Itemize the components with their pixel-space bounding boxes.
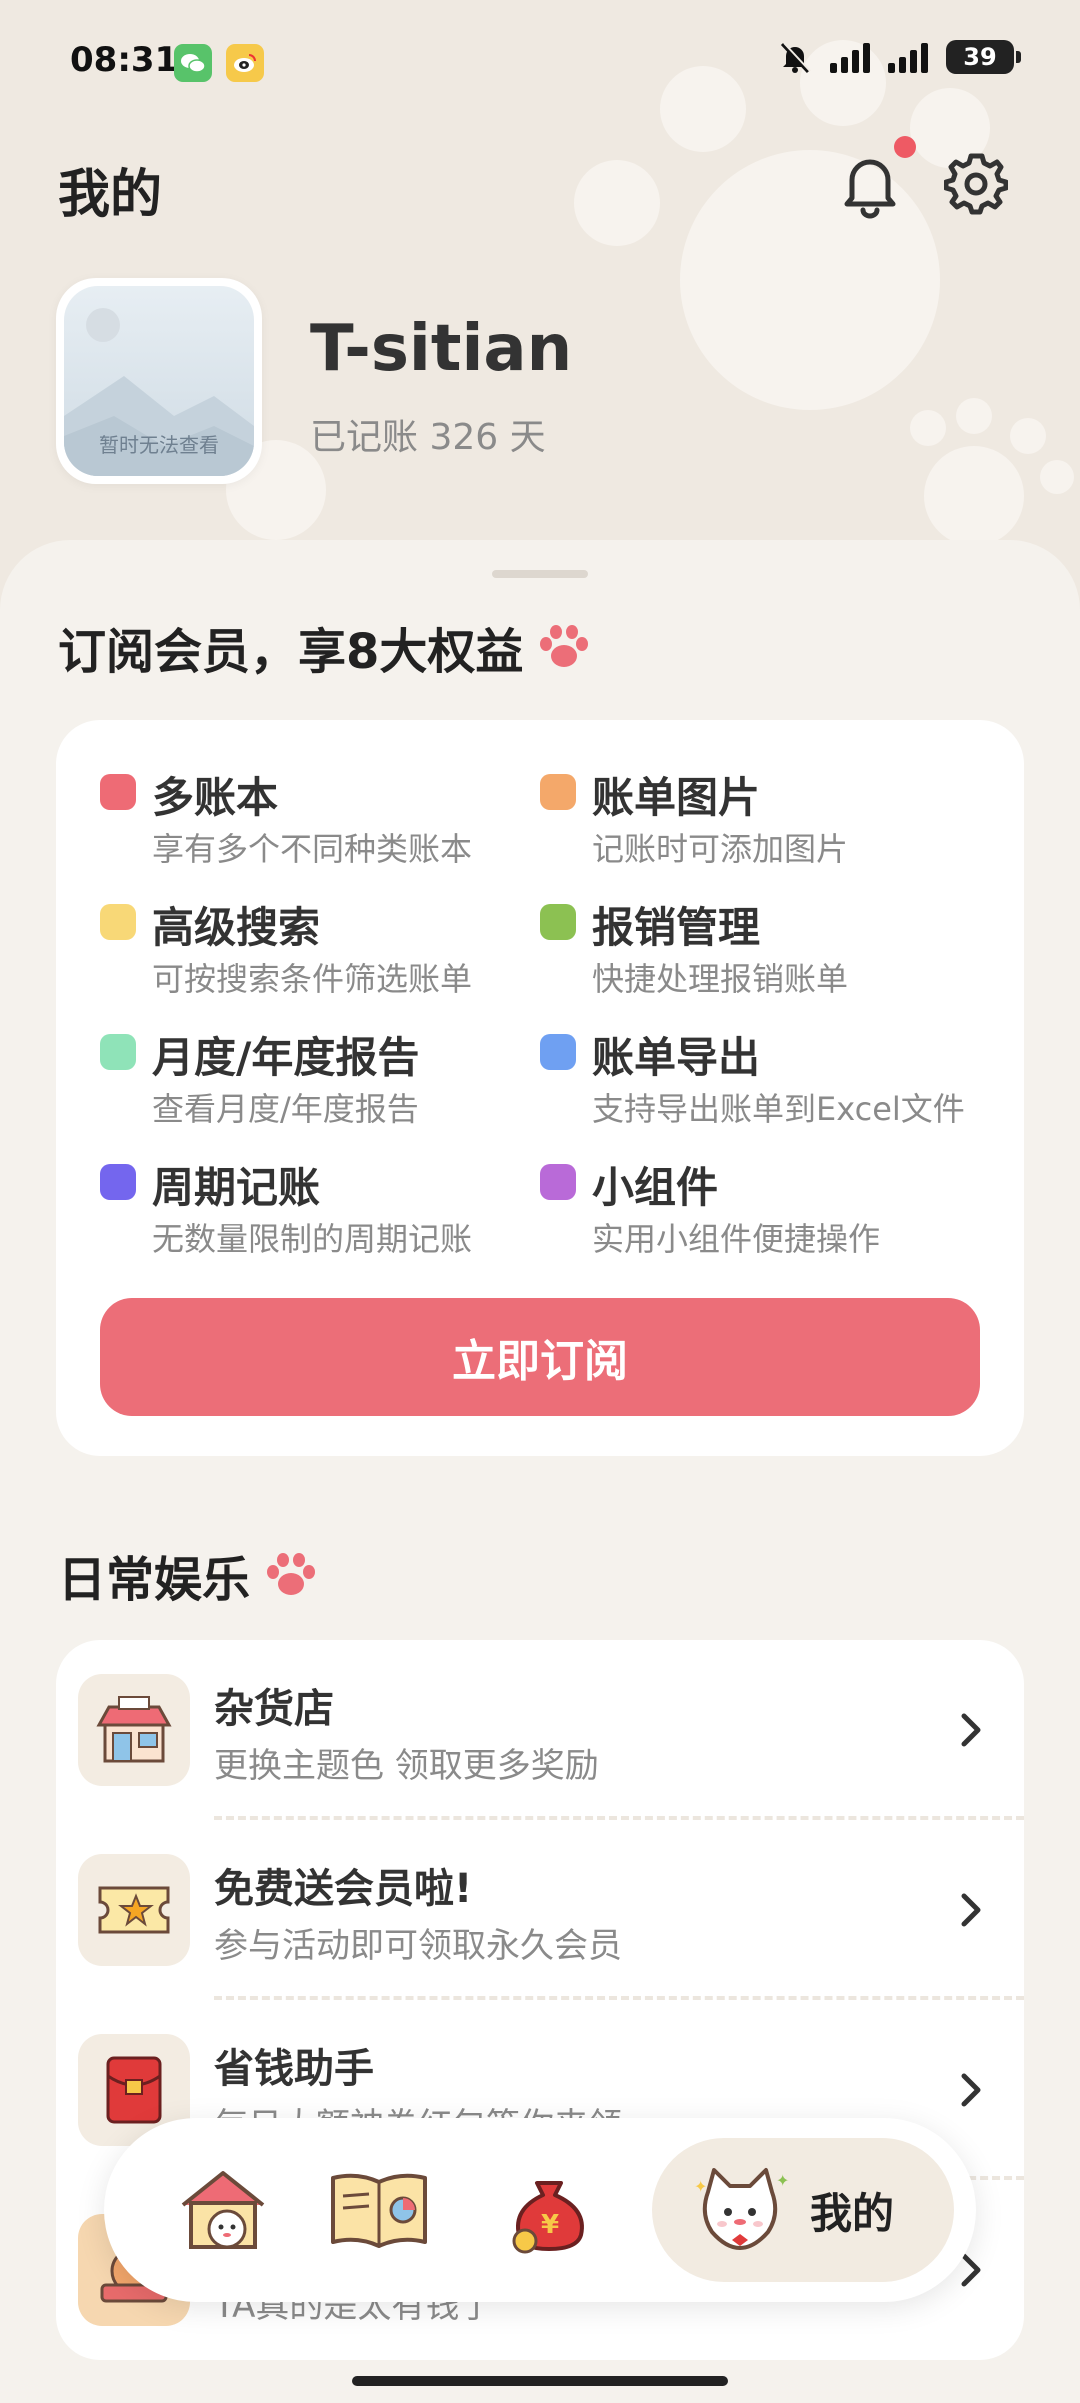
benefit-title: 多账本 xyxy=(152,773,279,822)
home-indicator[interactable] xyxy=(352,2376,728,2386)
entertainment-title: 日常娱乐 xyxy=(58,1552,251,1608)
cat-mascot-icon: ✦ ✦ xyxy=(694,2168,789,2250)
weibo-icon xyxy=(226,44,264,82)
benefit-title: 高级搜索 xyxy=(152,903,321,952)
svg-text:¥: ¥ xyxy=(541,2210,559,2240)
bg-decoration xyxy=(910,410,946,446)
benefit-color-dot xyxy=(540,904,576,940)
benefit-desc: 快捷处理报销账单 xyxy=(592,960,849,998)
list-item-title: 省钱助手 xyxy=(214,2046,374,2092)
list-item-title: 免费送会员啦! xyxy=(214,1866,473,1912)
list-item-shop[interactable]: 杂货店 更换主题色 领取更多奖励 xyxy=(56,1640,1024,1820)
chevron-right-icon xyxy=(961,1713,981,1747)
signal-2-icon xyxy=(888,41,928,73)
mute-bell-icon xyxy=(780,42,811,74)
membership-title: 订阅会员，享8大权益 xyxy=(58,624,524,680)
benefit-desc: 支持导出账单到Excel文件 xyxy=(592,1090,965,1128)
benefit-color-dot xyxy=(100,1164,136,1200)
benefit-desc: 查看月度/年度报告 xyxy=(152,1090,419,1128)
shop-icon xyxy=(78,1674,190,1786)
notification-bell-icon[interactable] xyxy=(840,150,900,220)
nav-wealth[interactable]: ¥ xyxy=(474,2118,624,2302)
signal-1-icon xyxy=(830,41,870,73)
avatar-placeholder-image: 暂时无法查看 xyxy=(64,286,254,476)
notification-dot xyxy=(894,136,916,158)
benefit-color-dot xyxy=(100,774,136,810)
battery-icon: 39 xyxy=(946,40,1021,74)
benefit-color-dot xyxy=(540,1034,576,1070)
bg-decoration xyxy=(956,398,992,434)
status-bar: 08:31 39 xyxy=(0,0,1080,130)
list-item-desc: 更换主题色 领取更多奖励 xyxy=(214,1746,599,1786)
nav-home[interactable] xyxy=(158,2118,288,2302)
benefit-title: 小组件 xyxy=(592,1163,719,1212)
bookkeeping-days: 已记账 326 天 xyxy=(310,417,546,458)
ticket-icon xyxy=(78,1854,190,1966)
benefit-title: 周期记账 xyxy=(152,1163,321,1212)
benefit-desc: 记账时可添加图片 xyxy=(592,830,849,868)
membership-section-title: 订阅会员，享8大权益 xyxy=(58,612,591,682)
bg-decoration xyxy=(1010,418,1046,454)
benefit-desc: 可按搜索条件筛选账单 xyxy=(152,960,473,998)
benefit-desc: 无数量限制的周期记账 xyxy=(152,1220,473,1258)
paw-icon xyxy=(267,1553,316,1595)
benefit-title: 账单图片 xyxy=(592,773,761,822)
paw-icon xyxy=(540,625,589,667)
bg-decoration xyxy=(1040,460,1074,494)
membership-card: 多账本 享有多个不同种类账本 账单图片 记账时可添加图片 高级搜索 可按搜索条件… xyxy=(56,720,1024,1456)
avatar-caption: 暂时无法查看 xyxy=(99,433,219,457)
nav-mine-label: 我的 xyxy=(810,2188,895,2238)
bg-decoration xyxy=(574,160,660,246)
benefit-color-dot xyxy=(100,1034,136,1070)
status-time: 08:31 xyxy=(70,40,179,80)
bg-decoration xyxy=(680,150,940,410)
subscribe-button[interactable]: 立即订阅 xyxy=(100,1298,980,1416)
list-item-title: 杂货店 xyxy=(214,1686,334,1732)
list-item-free-member[interactable]: 免费送会员啦! 参与活动即可领取永久会员 xyxy=(56,1820,1024,2000)
username: T-sitian xyxy=(310,312,573,386)
benefit-color-dot xyxy=(100,904,136,940)
list-item-desc: 参与活动即可领取永久会员 xyxy=(214,1926,622,1966)
sheet-handle[interactable] xyxy=(492,570,588,578)
nav-ledger[interactable] xyxy=(304,2118,454,2302)
ledger-book-icon xyxy=(331,2173,427,2248)
svg-text:✦: ✦ xyxy=(776,2171,789,2190)
home-icon xyxy=(181,2171,265,2249)
status-icons: 39 xyxy=(778,40,1021,74)
nav-mine[interactable]: ✦ ✦ 我的 xyxy=(652,2138,954,2282)
svg-text:✦: ✦ xyxy=(694,2177,707,2196)
benefit-color-dot xyxy=(540,1164,576,1200)
bg-decoration xyxy=(924,446,1024,546)
benefit-title: 报销管理 xyxy=(592,903,761,952)
chevron-right-icon xyxy=(961,2073,981,2107)
benefit-title: 月度/年度报告 xyxy=(152,1033,420,1082)
money-bag-icon: ¥ xyxy=(512,2181,584,2254)
wechat-icon xyxy=(174,44,212,82)
avatar[interactable]: 暂时无法查看 xyxy=(56,278,262,484)
benefit-desc: 享有多个不同种类账本 xyxy=(152,830,473,868)
entertainment-section-title: 日常娱乐 xyxy=(58,1540,318,1610)
bottom-nav: ¥ ✦ ✦ 我的 xyxy=(104,2118,976,2302)
benefit-color-dot xyxy=(540,774,576,810)
benefit-title: 账单导出 xyxy=(592,1033,761,1082)
chevron-right-icon xyxy=(961,1893,981,1927)
benefit-desc: 实用小组件便捷操作 xyxy=(592,1220,881,1258)
page-title: 我的 xyxy=(58,165,163,225)
settings-gear-icon[interactable] xyxy=(944,152,1008,216)
